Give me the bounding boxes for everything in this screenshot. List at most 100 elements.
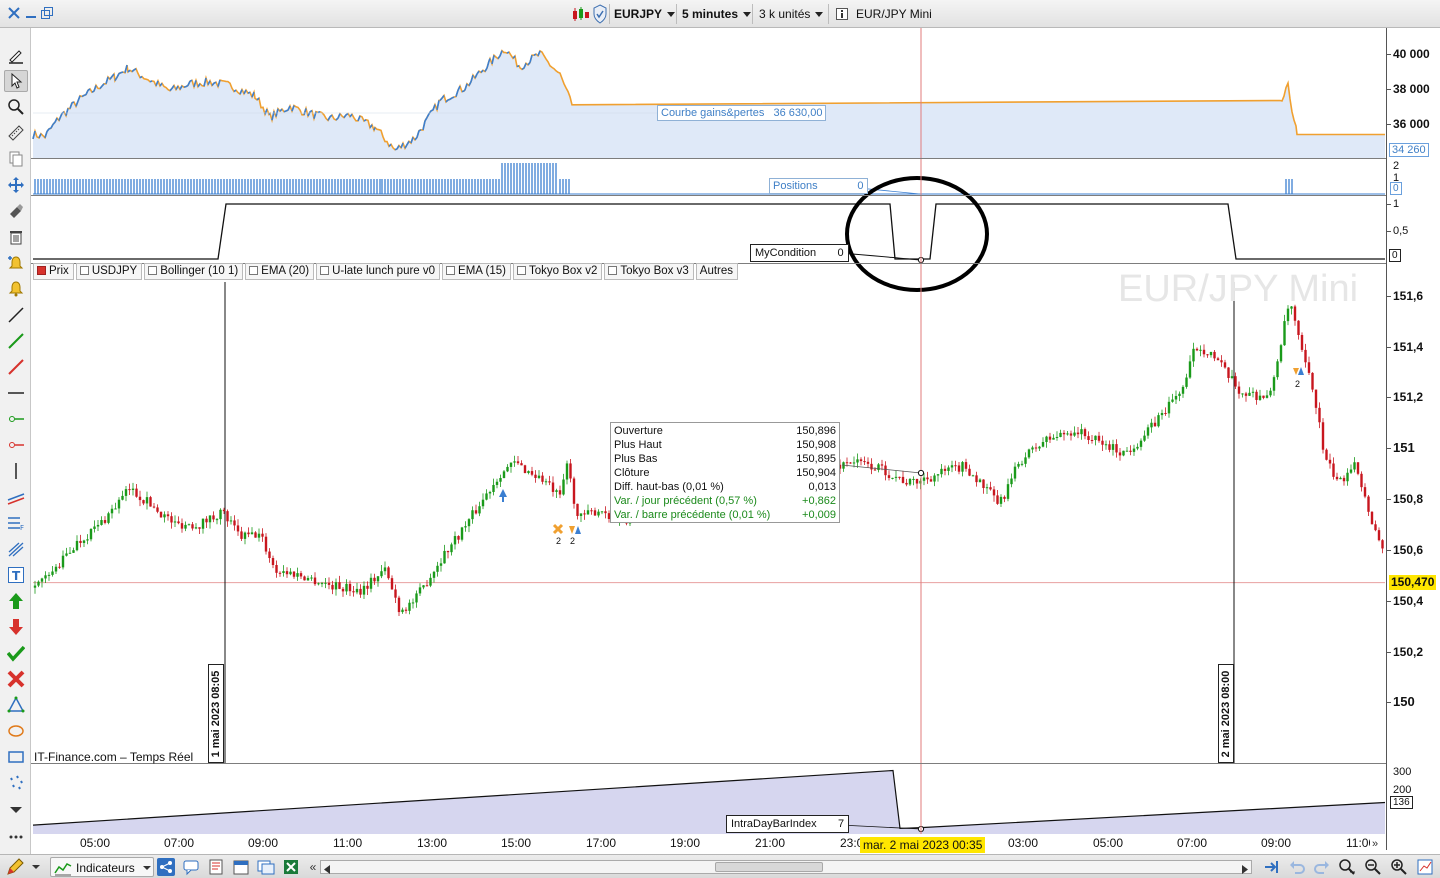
price-tick: 151,6: [1393, 289, 1424, 303]
session-start-date-label: 1 mai 2023 08:05: [208, 664, 224, 763]
intraday-current-value: 136: [1390, 796, 1413, 809]
time-tick: 11:00: [333, 836, 363, 850]
price-tick: 151,4: [1393, 340, 1424, 354]
time-tick: 07:00: [1177, 836, 1208, 850]
zoom-out-icon[interactable]: [1364, 858, 1382, 876]
tooltip-row: Plus Bas 150,895: [614, 453, 836, 465]
legend-checkbox[interactable]: [37, 266, 46, 275]
bottom-toolbar: Indicateurs «: [0, 854, 1440, 878]
legend-checkbox[interactable]: [516, 266, 526, 275]
price-tick: 150,8: [1393, 492, 1424, 506]
equity-tick: 40 000: [1393, 47, 1430, 61]
report-icon[interactable]: [207, 858, 225, 876]
horizontal-scrollbar[interactable]: [320, 860, 1252, 874]
intraday-index-area: [32, 769, 1386, 834]
scroll-right-icon[interactable]: »: [1372, 838, 1378, 850]
intraday-tick: 200: [1393, 784, 1412, 796]
undo-icon[interactable]: [1288, 858, 1306, 876]
intraday-area: [33, 770, 1385, 834]
legend-item[interactable]: USDJPY: [75, 263, 143, 280]
equity-curve-label: Courbe gains&pertes 36 630,00: [657, 105, 827, 121]
order-count-label: 2: [1295, 379, 1301, 389]
equity-tick: 36 000: [1393, 117, 1430, 131]
legend-checkbox[interactable]: [320, 266, 330, 275]
price-tick: 151: [1393, 440, 1415, 455]
price-tick: 150,4: [1393, 594, 1424, 608]
price-tick: 151,2: [1393, 390, 1424, 404]
condition-current-value: 0: [1389, 249, 1401, 262]
indicator-legend: Prix USDJPY Bollinger (10 1) EMA (20) U-…: [33, 263, 740, 281]
legend-item[interactable]: Prix: [33, 263, 74, 280]
time-tick: 23:00: [840, 836, 860, 850]
zoom-reset-icon[interactable]: [1338, 858, 1356, 876]
dropdown-caret-icon[interactable]: [30, 858, 42, 876]
price-tick: 150: [1393, 694, 1415, 709]
go-to-end-icon[interactable]: [1262, 858, 1280, 876]
ohlc-tooltip: Ouverture 150,896 Plus Haut 150,908 Plus B…: [610, 422, 840, 523]
buy-order-marker: [499, 489, 507, 502]
positions-bars: [33, 163, 1385, 195]
legend-checkbox[interactable]: [608, 266, 618, 275]
equity-current-value: 34 260: [1389, 143, 1429, 157]
positions-label: Positions 0: [769, 178, 868, 194]
share-icon[interactable]: [157, 858, 175, 876]
equity-tick: 38 000: [1393, 82, 1430, 96]
instrument-watermark: EUR/JPY Mini: [1118, 268, 1359, 310]
legend-item[interactable]: Bollinger (10 1): [144, 263, 244, 280]
time-tick: 13:00: [417, 836, 448, 850]
indicators-icon: [54, 863, 72, 876]
sell-order-marker: [1293, 368, 1299, 375]
time-tick: 21:00: [755, 836, 786, 850]
intraday-tick: 300: [1393, 766, 1412, 778]
time-tick: 07:00: [164, 836, 195, 850]
chart-settings-icon[interactable]: [1416, 858, 1434, 876]
tooltip-row: Var. / jour précédent (0,57 %) +0,862: [614, 495, 836, 507]
excel-export-icon[interactable]: [282, 858, 300, 876]
price-tick: 150,2: [1393, 645, 1424, 659]
legend-item[interactable]: U-late lunch pure v0: [316, 263, 441, 280]
trading-platform-window: { "toolbar": { "symbol": "EURJPY", "time…: [0, 0, 1440, 878]
pencil-menu-icon[interactable]: [6, 858, 24, 876]
time-tick: 05:00: [1093, 836, 1124, 850]
data-source-label: IT-Finance.com – Temps Réel: [34, 750, 194, 764]
tooltip-row: Diff. haut-bas (0,01 %) 0,013: [614, 481, 836, 493]
indicators-button-label: Indicateurs: [76, 861, 135, 875]
order-count-label: 2: [556, 536, 562, 546]
legend-item[interactable]: EMA (20): [245, 263, 315, 280]
positions-current-value: 0: [1390, 182, 1402, 195]
tooltip-row: Clôture 150,904: [614, 467, 836, 479]
time-tick: 11:00: [1346, 836, 1370, 850]
scroll-right-arrow-icon[interactable]: [1241, 863, 1249, 877]
legend-item[interactable]: Tokyo Box v3: [604, 263, 694, 280]
chat-icon[interactable]: [182, 858, 200, 876]
tooltip-row: Plus Haut 150,908: [614, 439, 836, 451]
calendar-icon[interactable]: [232, 858, 250, 876]
time-tick: 15:00: [501, 836, 532, 850]
legend-checkbox[interactable]: [148, 266, 158, 275]
mycondition-label: MyCondition 0: [750, 244, 849, 262]
condition-tick: 1: [1393, 198, 1400, 210]
tooltip-row: Var. / barre précédente (0,01 %) +0,009: [614, 509, 836, 521]
indicators-button[interactable]: Indicateurs: [50, 857, 154, 877]
legend-checkbox[interactable]: [249, 266, 259, 275]
session-start-date-label: 2 mai 2023 08:00: [1218, 664, 1234, 763]
legend-item[interactable]: Tokyo Box v2: [512, 263, 603, 280]
zoom-in-icon[interactable]: [1390, 858, 1408, 876]
redo-icon[interactable]: [1313, 858, 1331, 876]
legend-others-button[interactable]: Autres: [695, 263, 739, 280]
time-tick: 09:00: [1261, 836, 1292, 850]
legend-checkbox[interactable]: [79, 266, 89, 275]
time-tick: 09:00: [248, 836, 279, 850]
intradaybarindex-label: IntraDayBarIndex 7: [726, 815, 850, 833]
current-price-marker: 150,470: [1389, 575, 1437, 590]
scroll-left-icon[interactable]: [323, 863, 331, 877]
screenshot-icon[interactable]: [257, 858, 275, 876]
time-tick: 05:00: [80, 836, 111, 850]
price-tick: 150,6: [1393, 543, 1424, 557]
legend-checkbox[interactable]: [446, 266, 456, 275]
close-order-marker: [552, 523, 564, 535]
cursor-time-label: mar. 2 mai 2023 00:35: [860, 837, 986, 853]
scrollbar-thumb[interactable]: [715, 862, 823, 872]
legend-item[interactable]: EMA (15): [442, 263, 511, 280]
tooltip-row: Ouverture 150,896: [614, 425, 836, 437]
